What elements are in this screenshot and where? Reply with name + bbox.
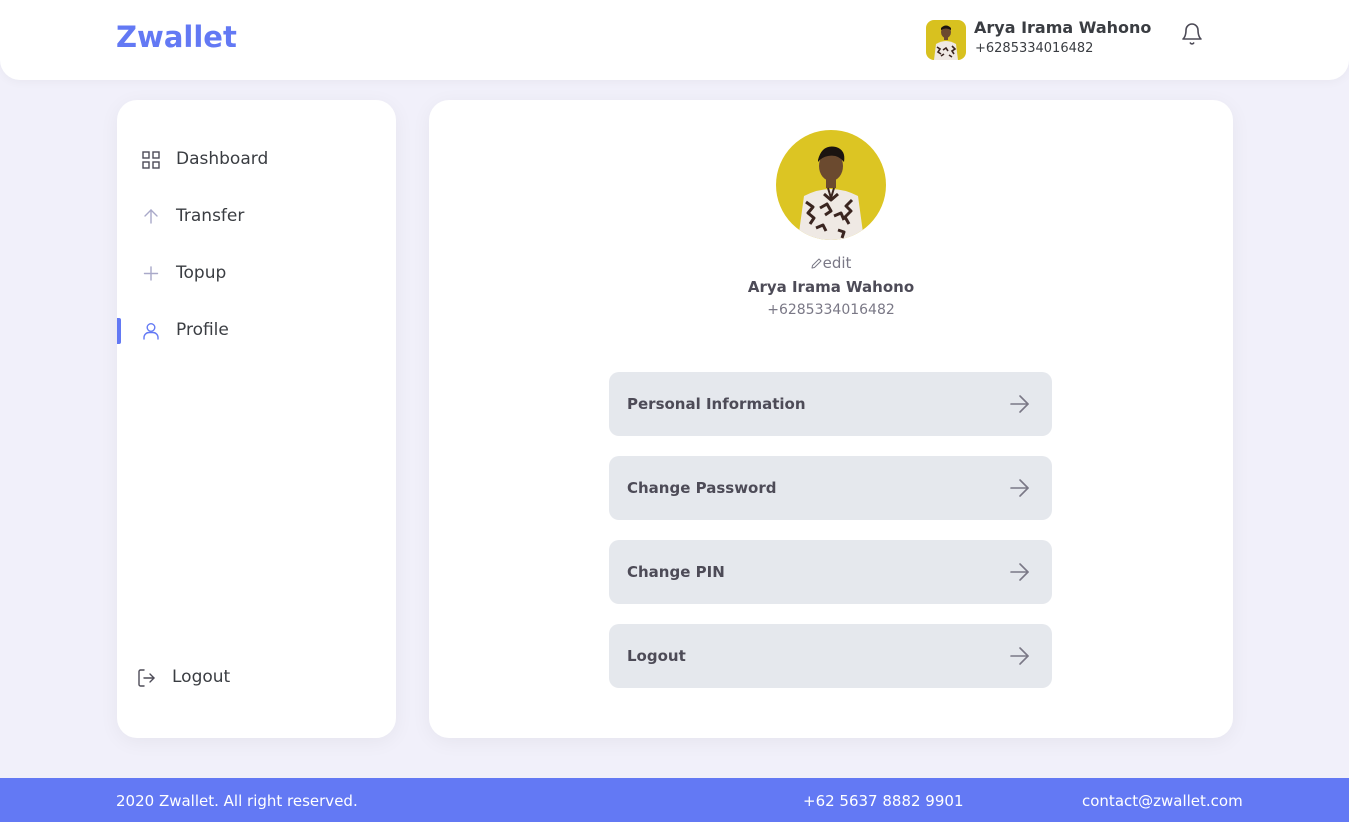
change-pin-button[interactable]: Change PIN [609,540,1052,604]
arrow-right-icon [1008,644,1032,668]
change-password-button[interactable]: Change Password [609,456,1052,520]
active-indicator [117,318,121,344]
bell-icon[interactable] [1180,22,1204,46]
menu-button-label: Change Password [627,479,777,497]
sidebar-item-label: Topup [176,263,227,283]
profile-name: Arya Irama Wahono [747,278,915,296]
personal-information-button[interactable]: Personal Information [609,372,1052,436]
plus-icon [141,264,161,284]
footer: 2020 Zwallet. All right reserved. +62 56… [0,778,1349,822]
header-user-phone: +6285334016482 [975,41,1094,56]
header-user-name[interactable]: Arya Irama Wahono [974,18,1151,37]
edit-label: edit [822,254,852,272]
profile-avatar[interactable] [776,130,886,240]
header-avatar[interactable] [926,20,966,60]
sidebar-logout-label: Logout [172,667,231,687]
brand-logo[interactable]: Zwallet [116,20,237,54]
sidebar-item-profile[interactable]: Profile [117,316,396,346]
grid-icon [141,150,161,170]
top-header: Zwallet Arya Irama Wahono +6285334016482 [0,0,1349,80]
logout-icon [137,668,157,688]
arrow-right-icon [1008,560,1032,584]
sidebar-item-label: Transfer [176,206,245,226]
sidebar-item-label: Dashboard [176,149,269,169]
footer-phone: +62 5637 8882 9901 [803,792,964,810]
pencil-icon [811,255,822,269]
arrow-up-icon [141,207,161,227]
sidebar-item-dashboard[interactable]: Dashboard [117,145,396,175]
footer-email[interactable]: contact@zwallet.com [1082,792,1243,810]
sidebar: Dashboard Transfer Topup Profile Logout [117,100,396,738]
user-icon [141,321,161,341]
edit-profile-link[interactable]: edit [429,254,1233,272]
footer-copyright: 2020 Zwallet. All right reserved. [116,792,358,810]
profile-phone: +6285334016482 [767,302,895,318]
sidebar-logout[interactable]: Logout [117,663,396,693]
arrow-right-icon [1008,476,1032,500]
sidebar-item-transfer[interactable]: Transfer [117,202,396,232]
menu-button-label: Personal Information [627,395,806,413]
menu-button-label: Logout [627,647,686,665]
menu-button-label: Change PIN [627,563,725,581]
sidebar-item-topup[interactable]: Topup [117,259,396,289]
arrow-right-icon [1008,392,1032,416]
profile-card: edit Arya Irama Wahono +6285334016482 Pe… [429,100,1233,738]
logout-button[interactable]: Logout [609,624,1052,688]
sidebar-item-label: Profile [176,320,229,340]
